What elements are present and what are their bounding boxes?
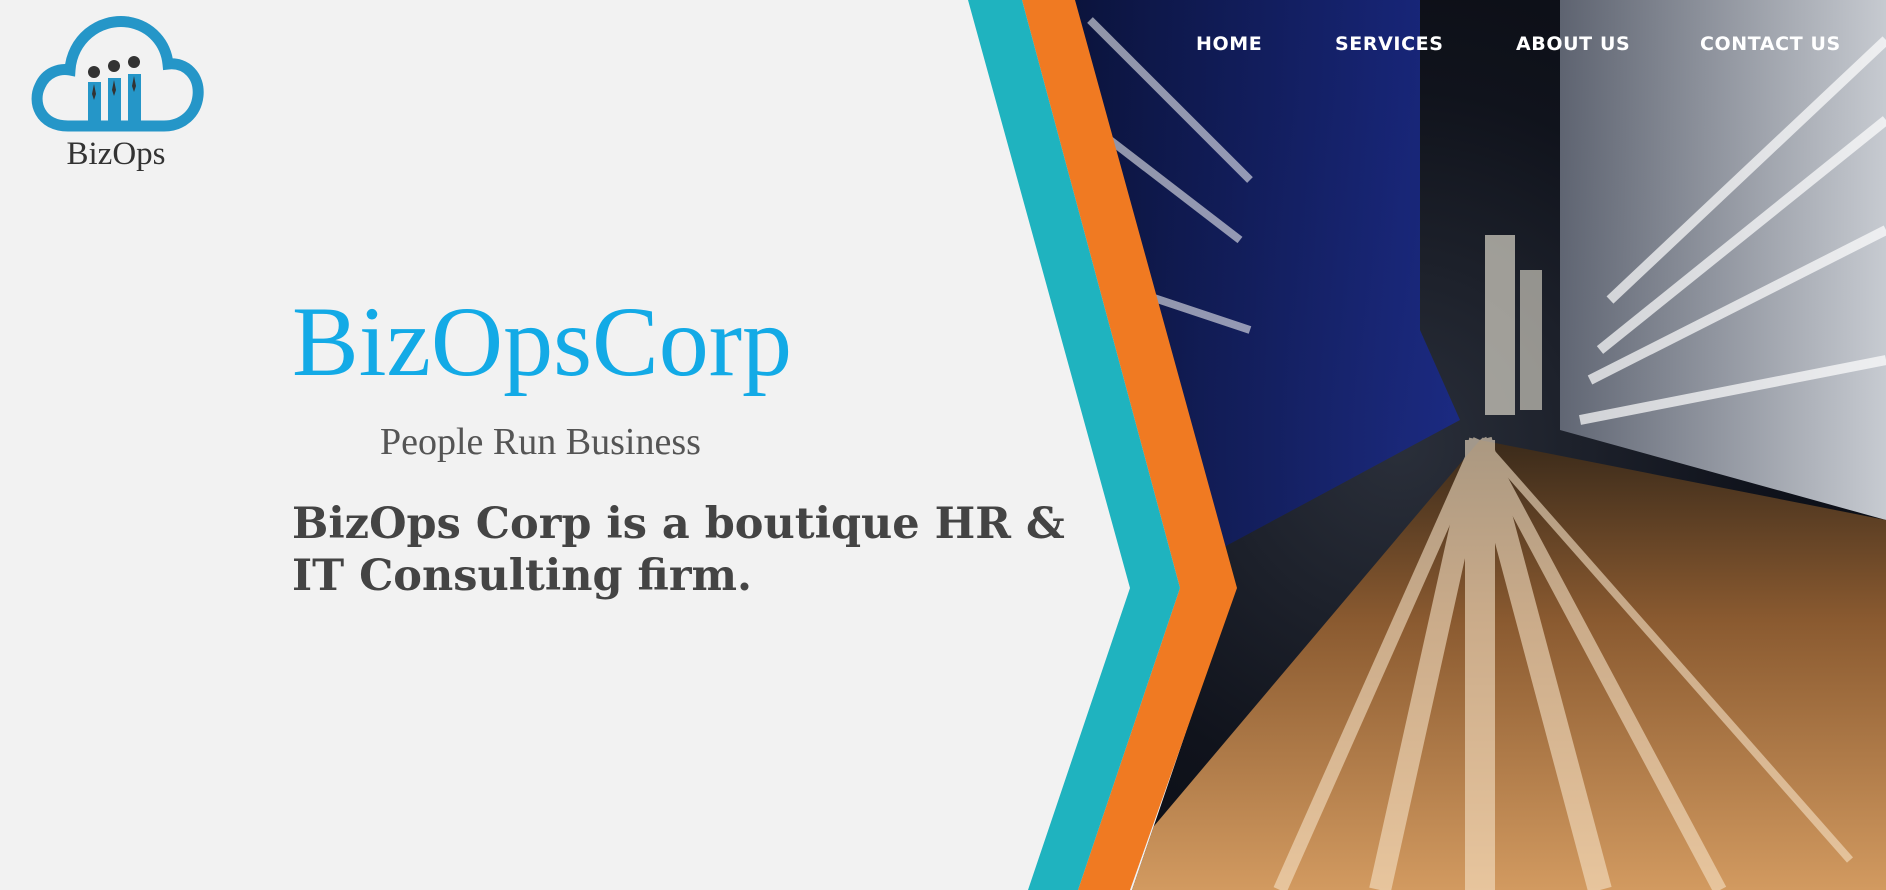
hero-section: BizOps HOME SERVICES ABOUT US CONTACT US… [0, 0, 1886, 890]
nav-item-contact-us[interactable]: CONTACT US [1700, 33, 1841, 55]
nav-item-services[interactable]: SERVICES [1335, 33, 1443, 55]
hero-title: BizOpsCorp [292, 286, 792, 397]
hero-subtitle: People Run Business [380, 421, 701, 463]
hero-description: BizOps Corp is a boutique HR & IT Consul… [292, 499, 1065, 601]
logo-text: BizOps [66, 136, 166, 172]
cloud-people-icon [31, 16, 204, 132]
nav-item-about-us[interactable]: ABOUT US [1516, 33, 1630, 55]
main-navigation: HOME SERVICES ABOUT US CONTACT US [0, 33, 1886, 57]
nav-item-home[interactable]: HOME [1196, 33, 1262, 55]
hero-background-image [968, 0, 1886, 890]
